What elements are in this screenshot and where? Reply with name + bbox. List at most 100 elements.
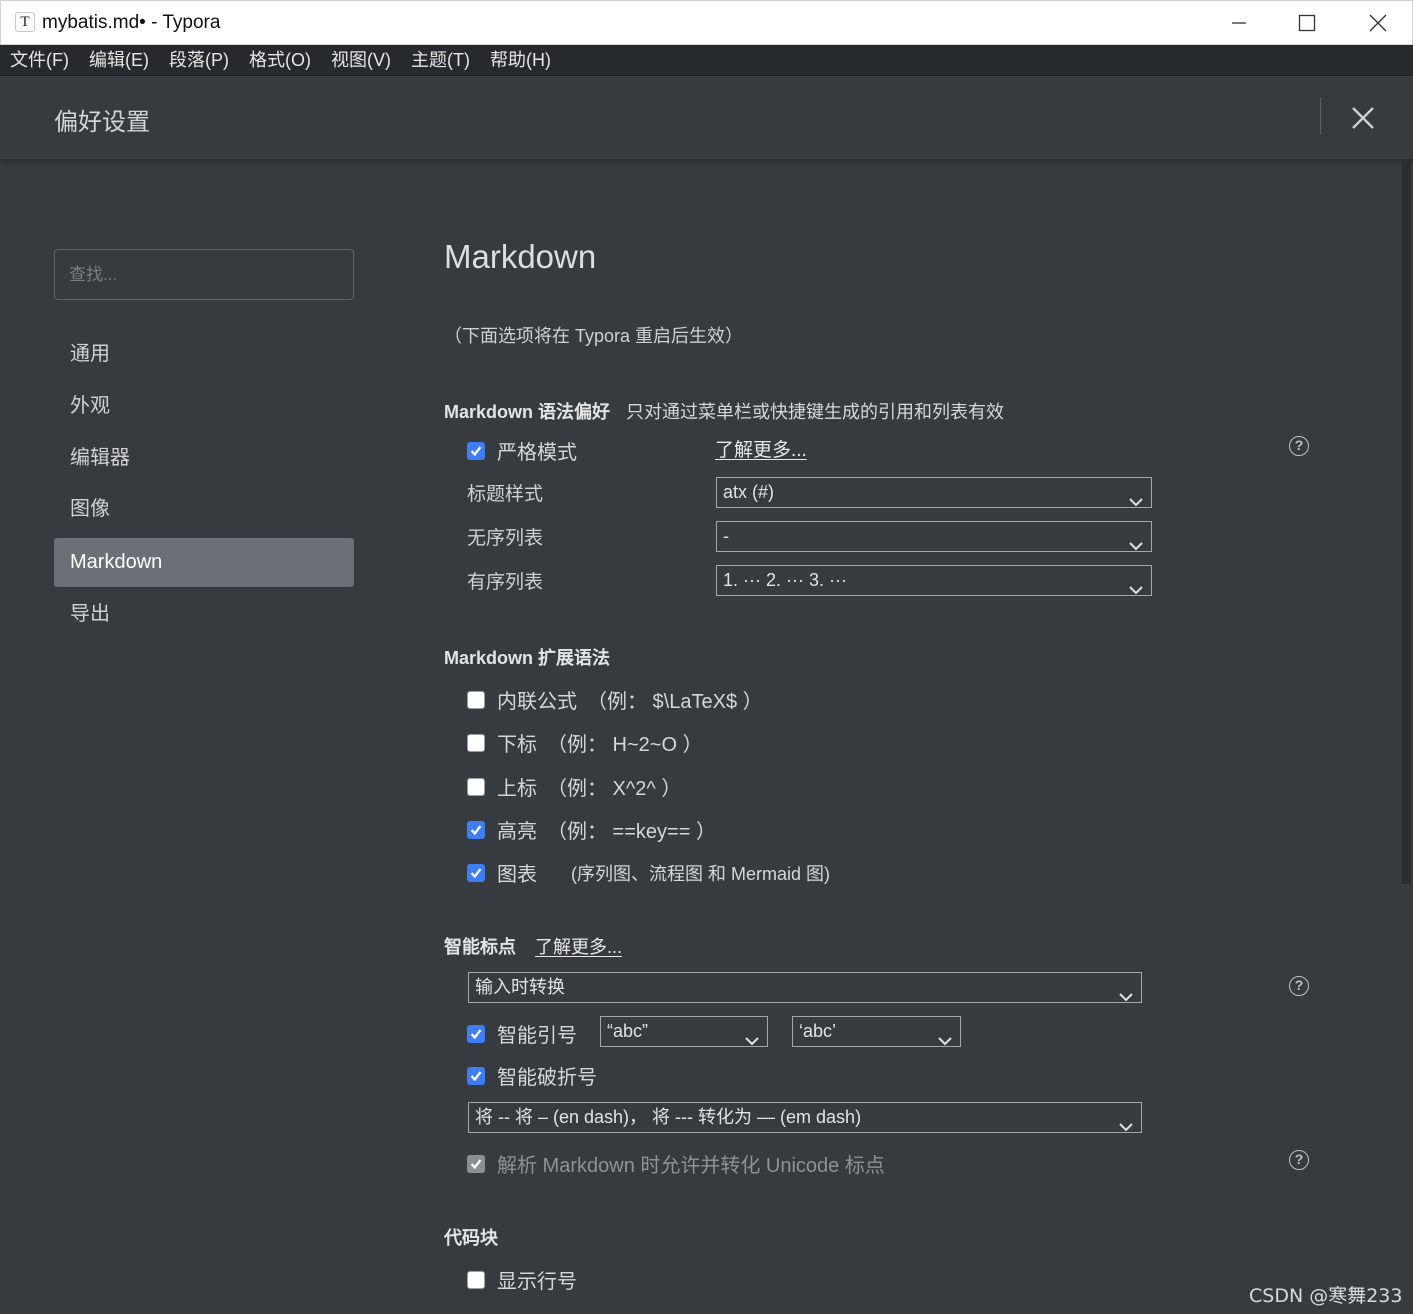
- unicode-punctuation-checkbox: [467, 1154, 485, 1173]
- chevron-down-icon: [1129, 487, 1143, 507]
- window-titlebar: T mybatis.md• - Typora: [0, 0, 1413, 45]
- smart-punctuation-learn-more-link[interactable]: 了解更多...: [535, 937, 622, 957]
- checkmark-icon: [470, 867, 482, 878]
- subscript-checkbox[interactable]: [467, 733, 485, 752]
- csdn-watermark: CSDN @寒舞233: [1249, 1285, 1403, 1307]
- chevron-down-icon: [1129, 575, 1143, 595]
- strict-mode-learn-more-link[interactable]: 了解更多...: [715, 435, 807, 462]
- preferences-title: 偏好设置: [54, 109, 150, 136]
- nav-item-appearance[interactable]: 外观: [54, 382, 354, 431]
- window-close-button[interactable]: [1343, 1, 1413, 45]
- minimize-button[interactable]: [1204, 1, 1274, 45]
- smart-dash-checkbox[interactable]: [467, 1066, 485, 1085]
- window-title: mybatis.md• - Typora: [42, 12, 221, 33]
- typora-app-icon: T: [15, 12, 35, 32]
- heading-style-select[interactable]: atx (#): [716, 477, 1152, 508]
- superscript-label: 上标: [497, 778, 537, 800]
- smart-punctuation-mode-value: 输入时转换: [475, 977, 565, 997]
- ordered-list-label: 有序列表: [467, 572, 544, 593]
- heading-style-value: atx (#): [723, 482, 775, 502]
- nav-item-markdown[interactable]: Markdown: [54, 538, 354, 587]
- nav-item-export[interactable]: 导出: [54, 590, 354, 639]
- maximize-icon: [1298, 14, 1316, 32]
- inline-math-label: 内联公式: [497, 691, 577, 713]
- smart-dash-label: 智能破折号: [497, 1067, 597, 1089]
- double-quotes-value: “abc”: [607, 1021, 649, 1041]
- strict-mode-option[interactable]: 严格模式: [467, 436, 577, 465]
- menu-format[interactable]: 格式(O): [249, 45, 311, 76]
- superscript-checkbox[interactable]: [467, 777, 485, 796]
- nav-item-image[interactable]: 图像: [54, 485, 354, 534]
- superscript-example: （例： X^2^ ）: [547, 778, 682, 800]
- checkmark-icon: [470, 1070, 482, 1081]
- double-quotes-select[interactable]: “abc”: [600, 1016, 768, 1047]
- smart-punctuation-heading: 智能标点 了解更多...: [444, 933, 622, 959]
- syntax-preference-heading: Markdown 语法偏好 只对通过菜单栏或快捷键生成的引用和列表有效: [444, 398, 1004, 424]
- maximize-button[interactable]: [1272, 1, 1342, 45]
- inline-math-checkbox[interactable]: [467, 690, 485, 709]
- diagrams-checkbox[interactable]: [467, 863, 485, 882]
- close-preferences-button[interactable]: [1345, 100, 1381, 136]
- preferences-header: 偏好设置: [0, 76, 1413, 160]
- minimize-icon: [1232, 22, 1246, 24]
- highlight-option[interactable]: 高亮 （例： ==key== ）: [467, 815, 716, 844]
- checkmark-icon: [470, 1028, 482, 1039]
- menu-file[interactable]: 文件(F): [10, 45, 69, 76]
- checkmark-icon: [470, 824, 482, 835]
- unordered-list-label: 无序列表: [467, 528, 544, 549]
- restart-note: （下面选项将在 Typora 重启后生效）: [444, 326, 744, 346]
- scrollbar[interactable]: [1402, 160, 1411, 884]
- smart-dash-select[interactable]: 将 -- 将 – (en dash)， 将 --- 转化为 — (em dash…: [468, 1102, 1142, 1133]
- inline-math-option[interactable]: 内联公式 （例： $\LaTeX$ ）: [467, 685, 763, 714]
- unordered-list-select[interactable]: -: [716, 521, 1152, 552]
- single-quotes-select[interactable]: ‘abc’: [792, 1016, 961, 1047]
- help-circle-icon[interactable]: ?: [1289, 1150, 1309, 1170]
- subscript-option[interactable]: 下标 （例： H~2~O ）: [467, 728, 703, 757]
- highlight-checkbox[interactable]: [467, 820, 485, 839]
- chevron-down-icon: [1119, 982, 1133, 1002]
- inline-math-example: （例： $\LaTeX$ ）: [587, 691, 763, 713]
- section-main-title: Markdown: [444, 238, 597, 275]
- menu-help[interactable]: 帮助(H): [490, 45, 551, 76]
- subscript-example: （例： H~2~O ）: [547, 734, 703, 756]
- strict-mode-label: 严格模式: [497, 442, 577, 464]
- superscript-option[interactable]: 上标 （例： X^2^ ）: [467, 772, 681, 801]
- subscript-label: 下标: [497, 734, 537, 756]
- help-circle-icon[interactable]: ?: [1289, 436, 1309, 456]
- diagrams-label: 图表: [497, 864, 537, 886]
- smart-quotes-checkbox[interactable]: [467, 1024, 485, 1043]
- unicode-punctuation-label: 解析 Markdown 时允许并转化 Unicode 标点: [497, 1155, 885, 1177]
- smart-quotes-label: 智能引号: [497, 1025, 577, 1047]
- heading-style-label: 标题样式: [467, 484, 544, 505]
- diagrams-option[interactable]: 图表 (序列图、流程图 和 Mermaid 图): [467, 858, 830, 887]
- show-line-numbers-checkbox[interactable]: [467, 1270, 485, 1289]
- preferences-search-input[interactable]: [54, 249, 354, 300]
- menu-themes[interactable]: 主题(T): [411, 45, 470, 76]
- code-block-heading: 代码块: [444, 1228, 498, 1248]
- ordered-list-value: 1. ··· 2. ··· 3. ···: [723, 570, 847, 590]
- close-icon: [1369, 14, 1387, 32]
- syntax-preference-title: Markdown 语法偏好: [444, 402, 611, 422]
- nav-item-editor[interactable]: 编辑器: [54, 434, 354, 483]
- show-line-numbers-option[interactable]: 显示行号: [467, 1265, 577, 1294]
- menu-view[interactable]: 视图(V): [331, 45, 391, 76]
- chevron-down-icon: [745, 1026, 759, 1046]
- smart-quotes-option[interactable]: 智能引号: [467, 1019, 577, 1048]
- single-quotes-value: ‘abc’: [799, 1021, 837, 1041]
- chevron-down-icon: [1119, 1112, 1133, 1132]
- menu-edit[interactable]: 编辑(E): [89, 45, 149, 76]
- highlight-example: （例： ==key== ）: [547, 821, 716, 843]
- nav-item-general[interactable]: 通用: [54, 330, 354, 379]
- ordered-list-select[interactable]: 1. ··· 2. ··· 3. ···: [716, 565, 1152, 596]
- smart-dash-option[interactable]: 智能破折号: [467, 1061, 597, 1090]
- menu-paragraph[interactable]: 段落(P): [169, 45, 229, 76]
- close-icon: [1352, 107, 1374, 129]
- chevron-down-icon: [1129, 531, 1143, 551]
- header-divider: [1320, 98, 1321, 134]
- help-circle-icon[interactable]: ?: [1289, 976, 1309, 996]
- diagrams-example: (序列图、流程图 和 Mermaid 图): [571, 863, 831, 884]
- unordered-list-value: -: [723, 526, 729, 546]
- highlight-label: 高亮: [497, 821, 537, 843]
- smart-punctuation-mode-select[interactable]: 输入时转换: [468, 972, 1142, 1003]
- strict-mode-checkbox[interactable]: [467, 441, 485, 460]
